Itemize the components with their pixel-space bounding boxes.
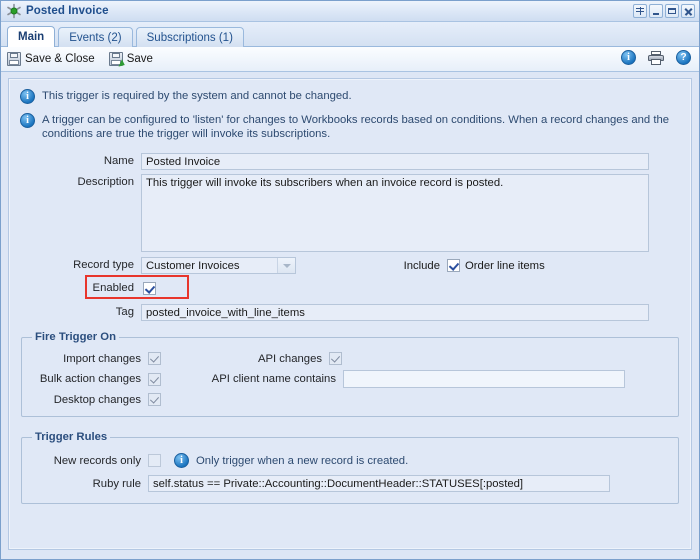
row-bulk-action-changes: Bulk action changes API client name cont…: [30, 370, 670, 388]
row-record-type: Record type Customer Invoices Include Or…: [9, 257, 691, 274]
order-line-items-checkbox[interactable]: [447, 259, 460, 272]
api-changes-label: API changes: [257, 352, 322, 365]
print-icon[interactable]: [648, 50, 664, 65]
trigger-gear-icon: [6, 3, 22, 19]
form-panel: i This trigger is required by the system…: [8, 78, 692, 550]
row-tag: Tag posted_invoice_with_line_items: [9, 304, 691, 321]
row-name: Name Posted Invoice: [9, 153, 691, 170]
order-line-items-label: Order line items: [465, 259, 545, 272]
record-type-label: Record type: [73, 259, 134, 271]
trigger-rules-legend: Trigger Rules: [35, 431, 108, 443]
notice-trigger-description: i A trigger can be configured to 'listen…: [9, 113, 691, 141]
row-ruby-rule: Ruby rule self.status == Private::Accoun…: [30, 475, 670, 492]
ruby-rule-input[interactable]: self.status == Private::Accounting::Docu…: [148, 475, 610, 492]
window-controls: [633, 4, 695, 18]
main-form: Name Posted Invoice Description This tri…: [9, 153, 691, 321]
description-label: Description: [77, 176, 134, 188]
bulk-action-changes-checkbox[interactable]: [148, 372, 161, 386]
ruby-rule-label: Ruby rule: [92, 477, 141, 490]
enabled-checkbox[interactable]: [143, 282, 156, 295]
close-button[interactable]: [681, 4, 695, 18]
fire-trigger-on-group: Fire Trigger On Import changes API chang…: [21, 331, 679, 417]
api-client-name-label: API client name contains: [211, 373, 336, 385]
action-toolbar: Save & Close Save i ?: [1, 47, 699, 72]
form-content-area: i This trigger is required by the system…: [1, 73, 699, 559]
row-desktop-changes: Desktop changes: [30, 393, 670, 406]
desktop-changes-checkbox[interactable]: [148, 393, 161, 406]
chevron-down-icon[interactable]: [277, 258, 295, 273]
notice-system-trigger: i This trigger is required by the system…: [9, 89, 691, 104]
save-and-close-label: Save & Close: [25, 53, 95, 65]
tab-main[interactable]: Main: [7, 26, 56, 47]
record-type-select[interactable]: Customer Invoices: [141, 257, 296, 274]
name-input[interactable]: Posted Invoice: [141, 153, 649, 170]
trigger-editor-window: Posted Invoice Main Events (2) Subscript…: [0, 0, 700, 560]
tab-main-label: Main: [18, 31, 45, 43]
notice-system-trigger-text: This trigger is required by the system a…: [42, 90, 352, 102]
trigger-rules-group: Trigger Rules New records only i Only tr…: [21, 431, 679, 504]
help-icon[interactable]: ?: [676, 50, 691, 65]
api-changes-checkbox[interactable]: [329, 352, 342, 365]
save-label: Save: [126, 53, 153, 65]
save-disk-icon: [7, 52, 21, 66]
minimize-button[interactable]: [649, 4, 663, 18]
tag-input[interactable]: posted_invoice_with_line_items: [141, 304, 649, 321]
import-changes-checkbox[interactable]: [148, 352, 161, 365]
tab-subscriptions[interactable]: Subscriptions (1): [135, 27, 244, 47]
restore-down-button[interactable]: [633, 4, 647, 18]
enabled-label: Enabled: [92, 282, 134, 294]
new-records-only-checkbox[interactable]: [148, 454, 161, 467]
import-changes-label: Import changes: [63, 352, 141, 365]
api-client-name-input[interactable]: [343, 370, 625, 388]
name-label: Name: [103, 155, 134, 167]
toolbar-right-icons: i ?: [621, 50, 691, 65]
record-type-value: Customer Invoices: [146, 260, 240, 272]
row-enabled: Enabled: [9, 275, 691, 299]
info-icon: i: [20, 113, 35, 128]
notice-trigger-description-text: A trigger can be configured to 'listen' …: [42, 114, 670, 140]
tab-events-label: Events (2): [69, 31, 122, 44]
row-new-records-only: New records only i Only trigger when a n…: [30, 453, 670, 468]
maximize-button[interactable]: [665, 4, 679, 18]
tab-events[interactable]: Events (2): [58, 27, 133, 47]
window-title: Posted Invoice: [26, 5, 109, 17]
info-icon: i: [20, 89, 35, 104]
window-titlebar: Posted Invoice: [1, 1, 699, 22]
tag-label: Tag: [115, 306, 134, 318]
save-and-close-button[interactable]: Save & Close: [7, 52, 95, 66]
info-icon: i: [174, 453, 189, 468]
row-import-changes: Import changes API changes: [30, 352, 670, 365]
order-line-items-field[interactable]: Order line items: [447, 259, 545, 272]
desktop-changes-label: Desktop changes: [53, 393, 141, 406]
row-description: Description This trigger will invoke its…: [9, 174, 691, 252]
description-input[interactable]: This trigger will invoke its subscribers…: [141, 174, 649, 252]
info-icon[interactable]: i: [621, 50, 636, 65]
include-label: Include: [403, 259, 440, 272]
new-records-only-label: New records only: [53, 454, 141, 467]
tab-subscriptions-label: Subscriptions (1): [146, 31, 233, 44]
save-disk-green-arrow-icon: [108, 52, 127, 69]
tab-bar: Main Events (2) Subscriptions (1): [1, 22, 699, 47]
bulk-action-changes-label: Bulk action changes: [39, 373, 141, 385]
new-records-only-hint: Only trigger when a new record is create…: [196, 454, 409, 467]
save-button[interactable]: Save: [108, 52, 153, 69]
fire-trigger-on-legend: Fire Trigger On: [35, 331, 116, 343]
